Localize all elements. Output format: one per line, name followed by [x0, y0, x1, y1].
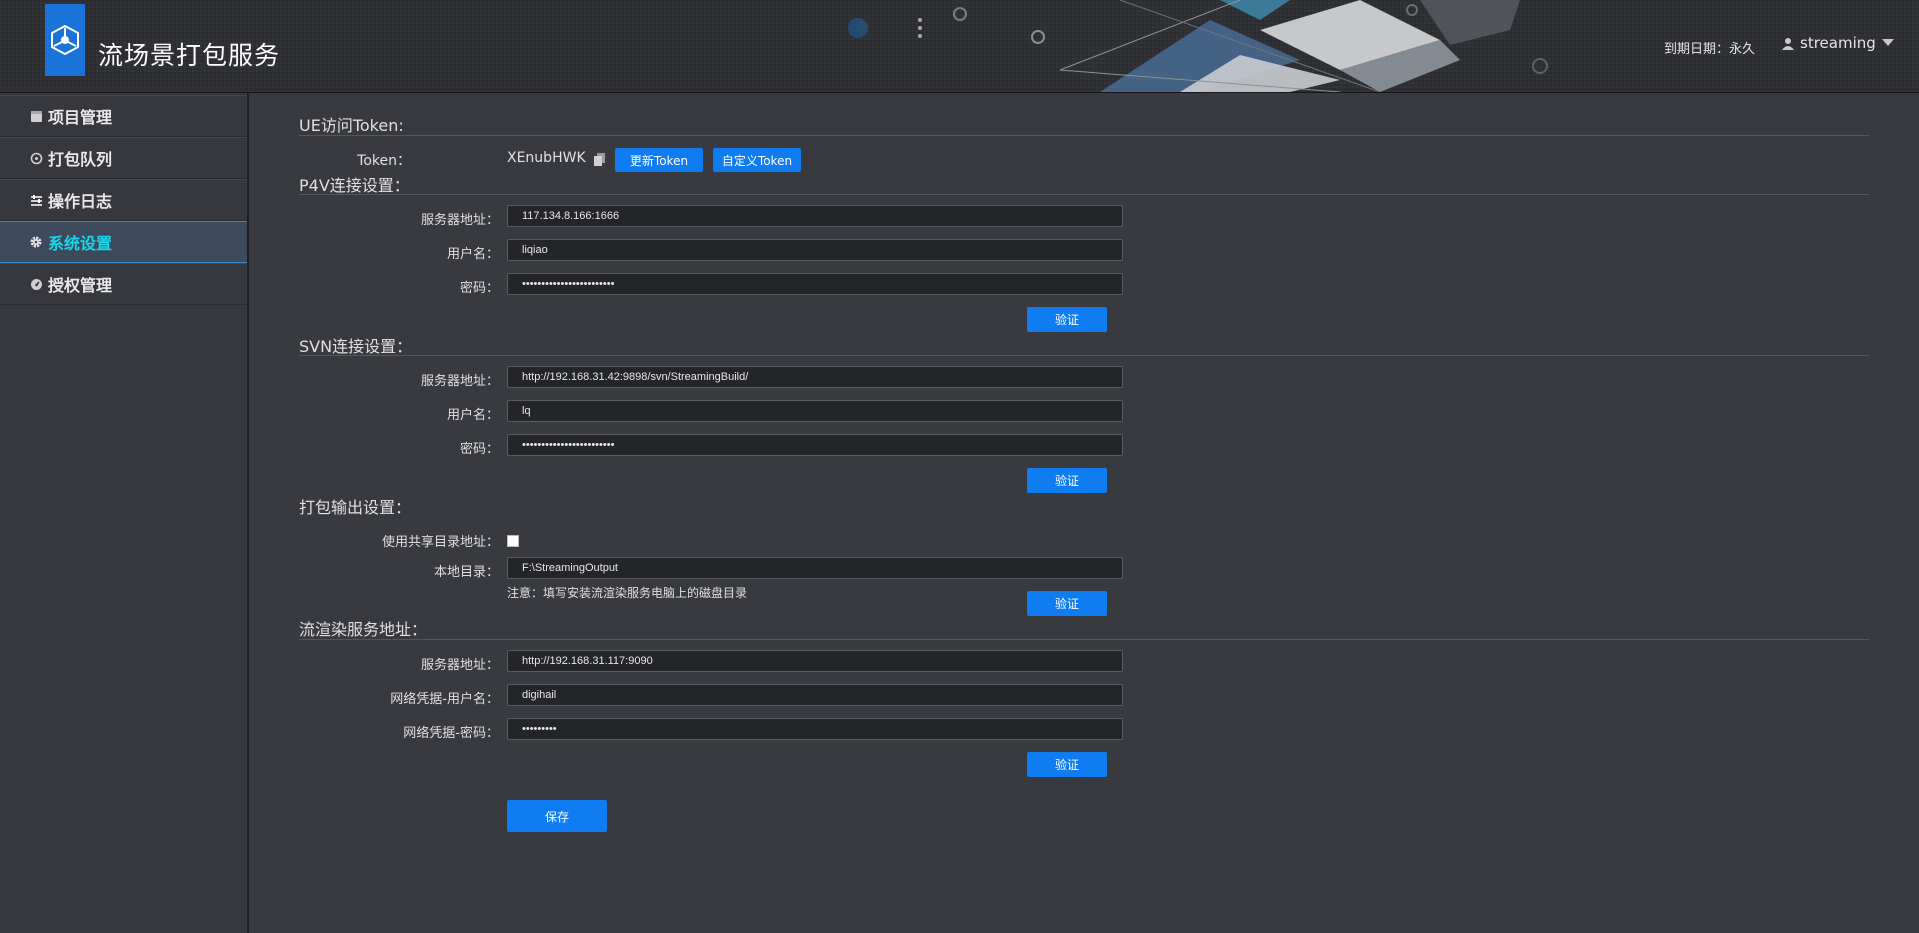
p4v-password-input[interactable] — [507, 273, 1123, 295]
svn-user-input[interactable] — [507, 400, 1123, 422]
gear-icon — [28, 234, 44, 250]
svn-verify-button[interactable]: 验证 — [1027, 468, 1107, 493]
token-value: XEnubHWK — [507, 150, 586, 166]
svn-password-label: 密码： — [459, 442, 499, 457]
render-verify-button[interactable]: 验证 — [1027, 752, 1107, 777]
app-logo — [45, 4, 85, 76]
p4v-section-title: P4V连接设置： — [299, 176, 410, 195]
render-section-title: 流渲染服务地址： — [299, 620, 428, 639]
output-verify-button[interactable]: 验证 — [1027, 591, 1107, 616]
expire-info: 到期日期：永久 — [1664, 38, 1755, 57]
copy-icon[interactable] — [594, 151, 605, 170]
render-user-input[interactable] — [507, 684, 1123, 706]
box-icon — [28, 108, 44, 124]
sidebar-item-label: 授权管理 — [48, 276, 113, 295]
sidebar-item-label: 操作日志 — [48, 192, 113, 211]
p4v-user-label: 用户名： — [446, 247, 499, 262]
token-section-title: UE访问Token: — [299, 116, 404, 135]
expire-value: 永久 — [1729, 42, 1756, 57]
expire-label: 到期日期： — [1664, 42, 1730, 57]
shared-dir-checkbox[interactable] — [507, 535, 519, 547]
svn-section-title: SVN连接设置： — [299, 337, 413, 356]
custom-token-button[interactable]: 自定义Token — [713, 148, 801, 172]
settings-panel: UE访问Token: Token： XEnubHWK 更新Token 自定义To… — [249, 93, 1919, 933]
user-menu[interactable]: streaming — [1782, 34, 1894, 52]
refresh-icon — [28, 150, 44, 166]
sidebar-item-label: 项目管理 — [48, 108, 113, 127]
logo-icon — [51, 24, 79, 56]
local-dir-note: 注意：填写安装流渲染服务电脑上的磁盘目录 — [507, 586, 748, 600]
username: streaming — [1800, 34, 1876, 52]
shared-dir-label: 使用共享目录地址： — [381, 535, 499, 550]
dashboard-icon — [28, 276, 44, 292]
section-divider — [299, 639, 1869, 640]
p4v-password-label: 密码： — [459, 281, 499, 296]
update-token-button[interactable]: 更新Token — [615, 148, 703, 172]
section-divider — [299, 194, 1869, 195]
render-password-input[interactable] — [507, 718, 1123, 740]
caret-down-icon — [1881, 39, 1894, 46]
save-button[interactable]: 保存 — [507, 800, 607, 832]
local-dir-input[interactable] — [507, 557, 1123, 579]
sidebar-item-license[interactable]: 授权管理 — [0, 263, 247, 305]
p4v-verify-button[interactable]: 验证 — [1027, 307, 1107, 332]
svn-user-label: 用户名： — [446, 408, 499, 423]
svn-server-label: 服务器地址： — [420, 374, 499, 389]
p4v-server-label: 服务器地址： — [420, 213, 499, 228]
render-server-label: 服务器地址： — [420, 658, 499, 673]
render-server-input[interactable] — [507, 650, 1123, 672]
app-title: 流场景打包服务 — [98, 41, 281, 70]
render-user-label: 网络凭据-用户名： — [390, 692, 499, 707]
p4v-server-input[interactable] — [507, 205, 1123, 227]
sidebar-item-settings[interactable]: 系统设置 — [0, 221, 247, 263]
sidebar: 项目管理 打包队列 操作日志 系统设置 授权管理 — [0, 93, 249, 933]
header-background-art — [848, 0, 1548, 92]
token-label: Token： — [357, 153, 411, 169]
sidebar-item-log[interactable]: 操作日志 — [0, 179, 247, 221]
p4v-user-input[interactable] — [507, 239, 1123, 261]
output-section-title: 打包输出设置： — [299, 498, 412, 517]
sidebar-item-label: 打包队列 — [48, 150, 113, 169]
svn-password-input[interactable] — [507, 434, 1123, 456]
section-divider — [299, 135, 1869, 136]
svn-server-input[interactable] — [507, 366, 1123, 388]
render-password-label: 网络凭据-密码： — [403, 726, 499, 741]
top-header: 流场景打包服务 到期日期：永久 streaming — [0, 0, 1919, 93]
sidebar-item-label: 系统设置 — [48, 234, 113, 253]
section-divider — [299, 355, 1869, 356]
user-icon — [1782, 37, 1794, 50]
sliders-icon — [28, 192, 44, 208]
local-dir-label: 本地目录： — [433, 565, 499, 580]
sidebar-item-project[interactable]: 项目管理 — [0, 95, 247, 137]
